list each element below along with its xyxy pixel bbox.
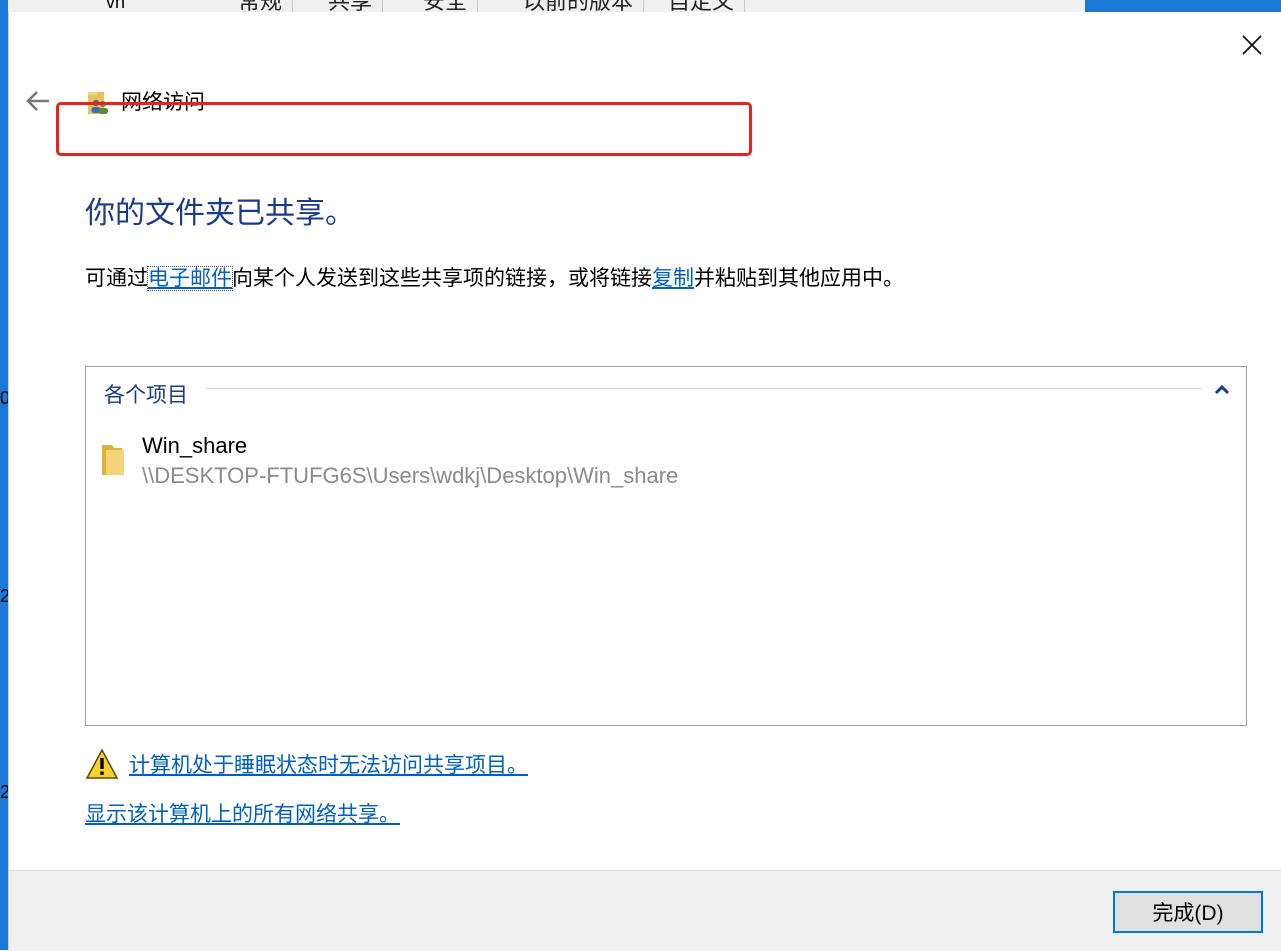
sleep-warning-link[interactable]: 计算机处于睡眠状态时无法访问共享项目。 <box>129 749 528 779</box>
navigation-row: 网络访问 <box>23 86 205 116</box>
list-item[interactable]: Win_share \\DESKTOP-FTUFG6S\Users\wdkj\D… <box>100 433 820 511</box>
email-link[interactable]: 电子邮件 <box>147 266 233 291</box>
bg-tab: 安全 <box>413 0 479 12</box>
desktop-background-right <box>1085 0 1281 12</box>
nav-title: 网络访问 <box>121 91 205 114</box>
desc-suffix: 并粘贴到其他应用中。 <box>694 267 904 290</box>
group-divider <box>206 388 1201 389</box>
group-header: 各个项目 <box>104 384 188 407</box>
arrow-left-icon <box>26 91 49 111</box>
bg-tab: 共享 <box>318 0 384 12</box>
network-access-dialog: 网络访问 你的文件夹已共享。 可通过电子邮件向某个人发送到这些共享项的链接，或将… <box>8 12 1281 951</box>
bg-tab: 常规 <box>228 0 294 12</box>
chevron-up-icon[interactable] <box>1212 380 1232 398</box>
sleep-warning-row: 计算机处于睡眠状态时无法访问共享项目。 <box>85 748 528 780</box>
warning-icon <box>85 748 119 779</box>
page-title: 你的文件夹已共享。 <box>85 197 355 230</box>
finish-button[interactable]: 完成(D) <box>1113 891 1263 933</box>
desktop-background-left <box>0 0 8 950</box>
folder-icon <box>102 445 124 475</box>
item-name: Win_share <box>142 433 248 458</box>
copy-link[interactable]: 复制 <box>652 267 694 290</box>
close-button[interactable] <box>1237 30 1267 60</box>
close-icon <box>1242 35 1262 55</box>
share-description: 可通过电子邮件向某个人发送到这些共享项的链接，或将链接复制并粘贴到其他应用中。 <box>85 262 904 292</box>
back-button[interactable] <box>23 86 53 116</box>
item-path: \\DESKTOP-FTUFG6S\Users\wdkj\Desktop\Win… <box>142 463 679 488</box>
show-all-shares-link[interactable]: 显示该计算机上的所有网络共享。 <box>85 798 400 828</box>
desc-prefix: 可通过 <box>85 267 148 290</box>
dialog-footer: 完成(D) <box>9 870 1281 951</box>
shared-items-list: 各个项目 Win_share \\DESKTOP-FTUFG6S\Users\w… <box>85 366 1247 726</box>
desc-middle: 向某个人发送到这些共享项的链接，或将链接 <box>232 267 652 290</box>
bg-tab: 自定义 <box>658 0 746 12</box>
network-folder-icon <box>88 92 108 114</box>
bg-tab: 以前的版本 <box>513 0 645 12</box>
properties-tab-strip: 常规 共享 安全 以前的版本 自定义 <box>8 0 1085 12</box>
